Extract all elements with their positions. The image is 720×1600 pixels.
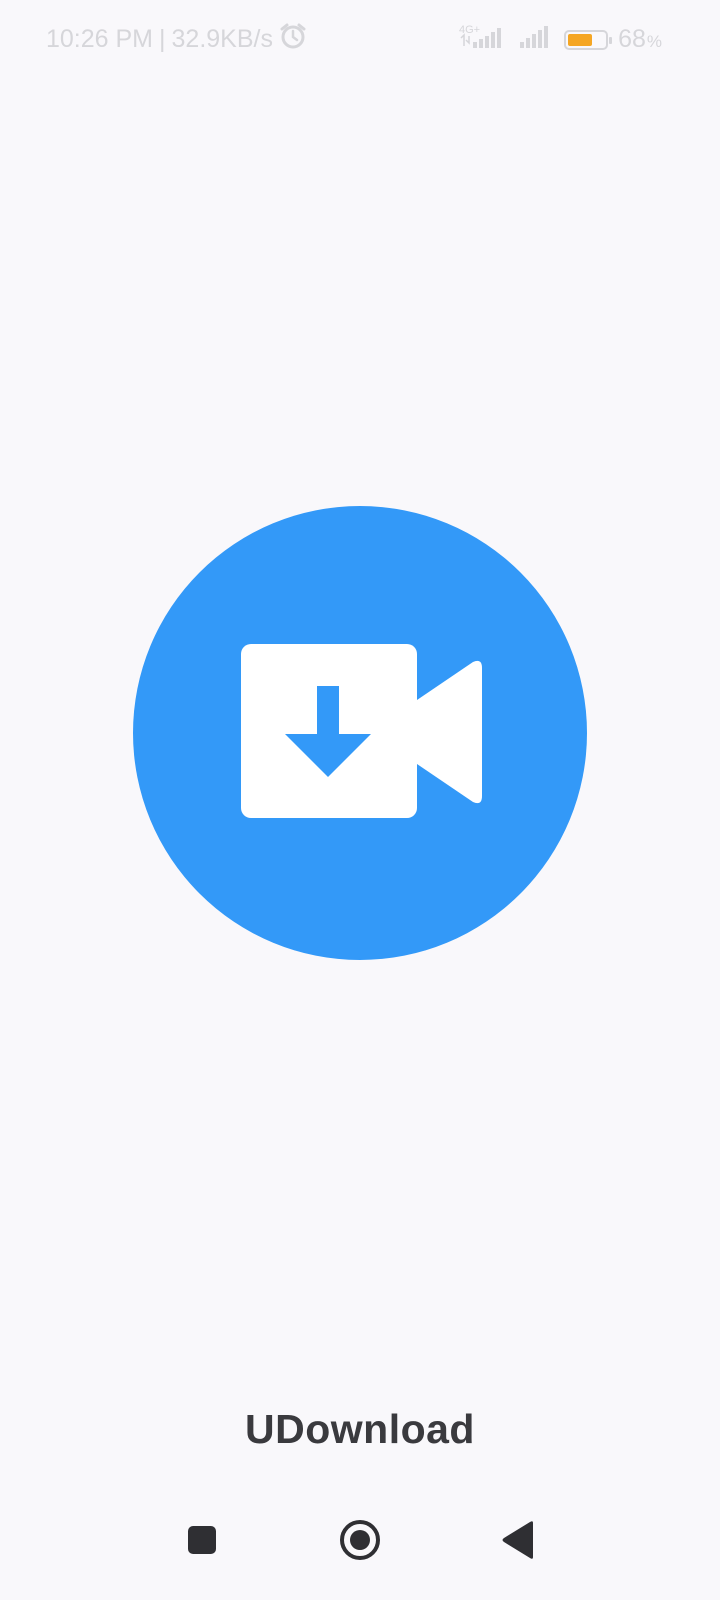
navigation-bar xyxy=(0,1510,720,1600)
home-button[interactable] xyxy=(330,1510,390,1570)
back-triangle-icon xyxy=(502,1521,533,1559)
app-logo xyxy=(133,506,587,960)
recents-square-icon xyxy=(188,1526,216,1554)
battery-percentage: 68% xyxy=(618,25,662,54)
status-time: 10:26 PM xyxy=(46,25,154,53)
app-name: UDownload xyxy=(245,1406,475,1452)
battery-percent-sign: % xyxy=(646,32,662,51)
status-left: 10:26 PM | 32.9KB/s xyxy=(46,22,307,57)
status-right: 4G+ 68% xyxy=(458,22,662,57)
alarm-icon xyxy=(279,22,307,57)
network-type-label: 4G+ xyxy=(459,24,480,36)
status-bar: 10:26 PM | 32.9KB/s 4G+ 68% xyxy=(0,0,720,80)
signal-4g-icon: 4G+ xyxy=(458,22,508,57)
video-download-icon xyxy=(241,644,482,818)
battery-icon xyxy=(564,29,613,50)
recents-button[interactable] xyxy=(172,1510,232,1570)
signal-icon xyxy=(518,22,554,57)
back-button[interactable] xyxy=(488,1510,548,1570)
battery-percent-value: 68 xyxy=(618,25,646,53)
home-circle-icon xyxy=(340,1520,380,1560)
status-separator: | xyxy=(159,25,166,53)
network-speed: 32.9KB/s xyxy=(171,25,273,53)
battery-level-fill xyxy=(568,33,593,46)
